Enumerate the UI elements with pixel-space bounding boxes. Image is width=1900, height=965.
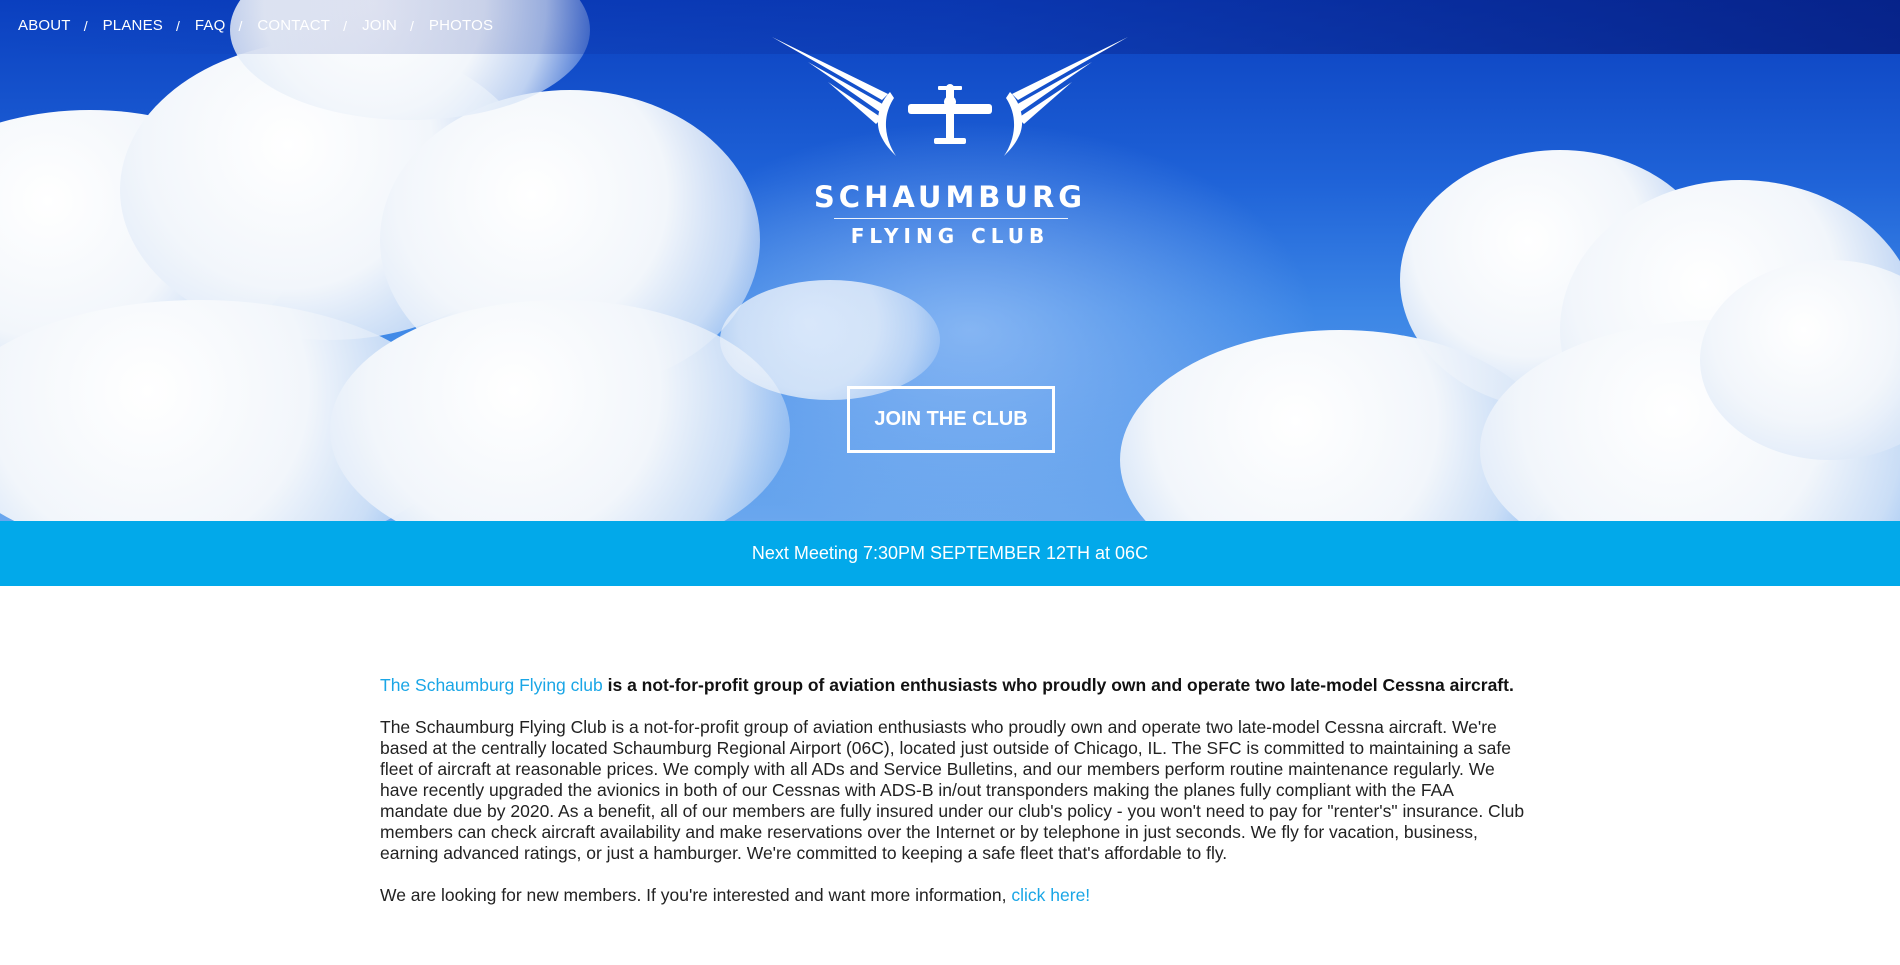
join-the-club-button[interactable]: JOIN THE CLUB (847, 386, 1055, 453)
nav-link-planes[interactable]: PLANES (103, 17, 163, 34)
cloud (720, 280, 940, 400)
next-meeting-banner: Next Meeting 7:30PM SEPTEMBER 12TH at 06… (0, 521, 1900, 586)
nav-separator: / (343, 17, 348, 34)
body-paragraph: The Schaumburg Flying Club is a not-for-… (380, 717, 1525, 863)
about-section: The Schaumburg Flying club is a not-for-… (380, 675, 1525, 927)
lead-paragraph: The Schaumburg Flying club is a not-for-… (380, 675, 1525, 696)
nav-link-contact[interactable]: CONTACT (257, 17, 330, 34)
hero-banner: ABOUT / PLANES / FAQ / CONTACT / JOIN / … (0, 0, 1900, 521)
nav-item-planes: PLANES / (103, 17, 195, 34)
nav-separator: / (238, 17, 243, 34)
winged-airplane-icon (772, 37, 1128, 156)
nav-item-about: ABOUT / (18, 17, 103, 34)
nav-item-photos: PHOTOS (429, 17, 493, 34)
nav-separator: / (175, 17, 180, 34)
nav-item-faq: FAQ / (195, 17, 258, 34)
nav-link-join[interactable]: JOIN (362, 17, 397, 34)
nav-link-faq[interactable]: FAQ (195, 17, 226, 34)
nav-item-contact: CONTACT / (257, 17, 362, 34)
membership-text: We are looking for new members. If you'r… (380, 885, 1007, 905)
membership-paragraph: We are looking for new members. If you'r… (380, 885, 1525, 906)
site-logo[interactable]: SCHAUMBURG FLYING CLUB (770, 34, 1130, 254)
nav-separator: / (83, 17, 88, 34)
club-name-link[interactable]: The Schaumburg Flying club (380, 675, 603, 695)
nav-separator: / (410, 17, 414, 34)
main-nav: ABOUT / PLANES / FAQ / CONTACT / JOIN / … (18, 17, 493, 34)
nav-item-join: JOIN / (362, 17, 429, 34)
logo-name: SCHAUMBURG (813, 180, 1087, 214)
nav-link-photos[interactable]: PHOTOS (429, 17, 493, 34)
click-here-link[interactable]: click here! (1011, 885, 1090, 905)
logo-subtitle: FLYING CLUB (850, 224, 1050, 248)
lead-text: is a not-for-profit group of aviation en… (607, 675, 1514, 695)
next-meeting-text: Next Meeting 7:30PM SEPTEMBER 12TH at 06… (751, 543, 1149, 563)
nav-link-about[interactable]: ABOUT (18, 17, 71, 34)
logo-divider (834, 218, 1068, 219)
